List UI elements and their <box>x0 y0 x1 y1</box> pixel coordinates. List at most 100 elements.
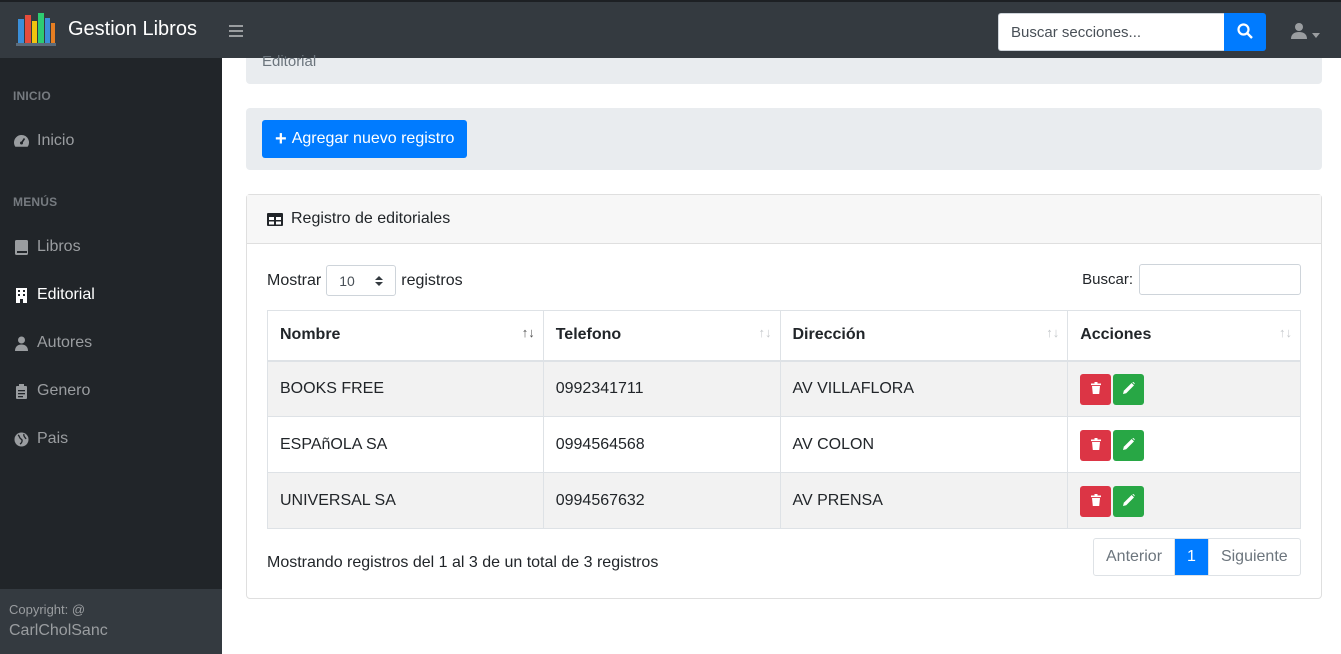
edit-button[interactable] <box>1113 430 1145 461</box>
sidebar-item-label: Autores <box>37 334 93 351</box>
sidebar-item-label: Genero <box>37 382 91 399</box>
cell-telefono: 0994567632 <box>542 472 781 529</box>
sidebar-item-label: Pais <box>37 430 69 447</box>
sort-icon: ↑↓ <box>1279 325 1292 340</box>
sidebar-item-label: Inicio <box>37 132 75 149</box>
column-label: Acciones <box>1080 326 1152 344</box>
cell-nombre: BOOKS FREE <box>267 360 544 417</box>
top-navbar: Gestion Libros <box>0 0 1341 58</box>
cell-telefono: 0992341711 <box>542 360 781 417</box>
column-label: Nombre <box>280 326 341 344</box>
breadcrumb-item: Editorial <box>262 53 317 70</box>
pagination-page[interactable]: 1 <box>1175 539 1208 575</box>
column-label: Dirección <box>792 326 866 344</box>
sort-icon: ↑↓ <box>1046 325 1060 340</box>
cell-direccion: AV PRENSA <box>779 472 1069 529</box>
search-input[interactable] <box>998 13 1224 51</box>
sidebar-heading-inicio: INICIO <box>13 89 51 103</box>
sidebar-item-libros[interactable]: Libros <box>12 238 81 256</box>
sidebar-heading-menus: MENÚS <box>13 195 58 209</box>
table-filter: Buscar: <box>1082 264 1301 295</box>
trash-icon <box>1090 493 1101 511</box>
column-label: Telefono <box>555 326 622 344</box>
filter-label: Buscar: <box>1082 271 1133 288</box>
search-box <box>998 13 1266 51</box>
records-table: Nombre ↑↓ Telefono ↑↓ Dirección ↑↓ Acciones… <box>267 310 1301 529</box>
page-length-control: Mostrar 10 registros <box>267 265 463 296</box>
search-button[interactable] <box>1224 13 1266 51</box>
delete-button[interactable] <box>1080 486 1112 517</box>
breadcrumb: Editorial <box>246 53 1322 84</box>
books-logo-icon <box>14 11 58 47</box>
cell-direccion: AV COLON <box>779 416 1069 473</box>
edit-button[interactable] <box>1113 374 1145 406</box>
sort-icon: ↑↓ <box>758 325 772 340</box>
sidebar-item-label: Libros <box>37 238 81 255</box>
table-row: UNIVERSAL SA 0994567632 AV PRENSA <box>267 472 1301 529</box>
user-menu[interactable] <box>1290 22 1320 45</box>
sidebar-footer: Copyright: @ CarlCholSanc <box>0 589 222 654</box>
delete-button[interactable] <box>1080 374 1112 406</box>
sidebar-item-editorial[interactable]: Editorial <box>12 286 95 304</box>
clipboard-icon <box>12 383 30 399</box>
sidebar: INICIO Inicio MENÚS Libros Editorial Aut… <box>0 58 222 654</box>
search-icon <box>1237 22 1253 42</box>
card-header: Registro de editoriales <box>247 195 1321 244</box>
sidebar-item-pais[interactable]: Pais <box>12 430 68 448</box>
caret-down-icon <box>1312 25 1320 43</box>
sidebar-item-inicio[interactable]: Inicio <box>12 132 74 150</box>
pagination-prev[interactable]: Anterior <box>1094 539 1176 575</box>
plus-icon: + <box>275 128 287 150</box>
table-row: BOOKS FREE 0992341711 AV VILLAFLORA <box>267 360 1301 417</box>
copyright-label: Copyright: @ <box>9 602 86 617</box>
action-bar: + Agregar nuevo registro <box>246 108 1322 170</box>
globe-icon <box>12 431 30 447</box>
brand[interactable]: Gestion Libros <box>14 11 197 47</box>
filter-input[interactable] <box>1139 264 1301 295</box>
cell-acciones <box>1067 360 1301 417</box>
table-header-row: Nombre ↑↓ Telefono ↑↓ Dirección ↑↓ Acciones… <box>267 310 1301 362</box>
records-label: registros <box>401 271 463 289</box>
trash-icon <box>1090 437 1101 455</box>
column-header-direccion[interactable]: Dirección ↑↓ <box>779 310 1069 362</box>
sidebar-item-autores[interactable]: Autores <box>12 334 92 352</box>
column-header-acciones[interactable]: Acciones ↑↓ <box>1067 310 1301 362</box>
pencil-icon <box>1122 437 1135 455</box>
dashboard-icon <box>12 133 30 149</box>
app-title: Gestion Libros <box>68 17 197 40</box>
pencil-icon <box>1122 493 1135 511</box>
edit-button[interactable] <box>1113 486 1145 517</box>
page-length-select[interactable]: 10 <box>326 265 397 296</box>
user-icon <box>1290 22 1308 45</box>
sidebar-item-label: Editorial <box>37 286 95 303</box>
page-length-value: 10 <box>339 272 355 289</box>
pagination-next[interactable]: Siguiente <box>1207 539 1300 575</box>
pagination: Anterior 1 Siguiente <box>1093 538 1301 576</box>
table-row: ESPAñOLA SA 0994564568 AV COLON <box>267 416 1301 473</box>
cell-acciones <box>1067 416 1301 473</box>
pencil-icon <box>1122 381 1135 399</box>
cell-acciones <box>1067 472 1301 529</box>
cell-direccion: AV VILLAFLORA <box>779 360 1069 417</box>
cell-telefono: 0994564568 <box>542 416 781 473</box>
delete-button[interactable] <box>1080 430 1112 461</box>
copyright-author: CarlCholSanc <box>9 622 108 639</box>
card-title: Registro de editoriales <box>291 210 451 227</box>
records-card: Registro de editoriales Mostrar 10 regis… <box>246 194 1322 599</box>
column-header-telefono[interactable]: Telefono ↑↓ <box>542 310 781 362</box>
add-record-button[interactable]: + Agregar nuevo registro <box>262 120 468 158</box>
table-icon <box>267 212 283 226</box>
menu-toggle-icon[interactable] <box>229 21 243 42</box>
cell-nombre: ESPAñOLA SA <box>267 416 544 473</box>
add-record-label: Agregar nuevo registro <box>291 130 455 147</box>
sort-asc-icon: ↑↓ <box>521 325 535 340</box>
trash-icon <box>1090 381 1101 399</box>
table-info: Mostrando registros del 1 al 3 de un tot… <box>267 554 659 571</box>
sidebar-item-genero[interactable]: Genero <box>12 382 90 400</box>
column-header-nombre[interactable]: Nombre ↑↓ <box>267 310 544 362</box>
building-icon <box>12 287 30 303</box>
show-label: Mostrar <box>267 271 322 289</box>
cell-nombre: UNIVERSAL SA <box>267 472 544 529</box>
select-arrows-icon <box>375 273 384 289</box>
book-icon <box>12 239 30 255</box>
